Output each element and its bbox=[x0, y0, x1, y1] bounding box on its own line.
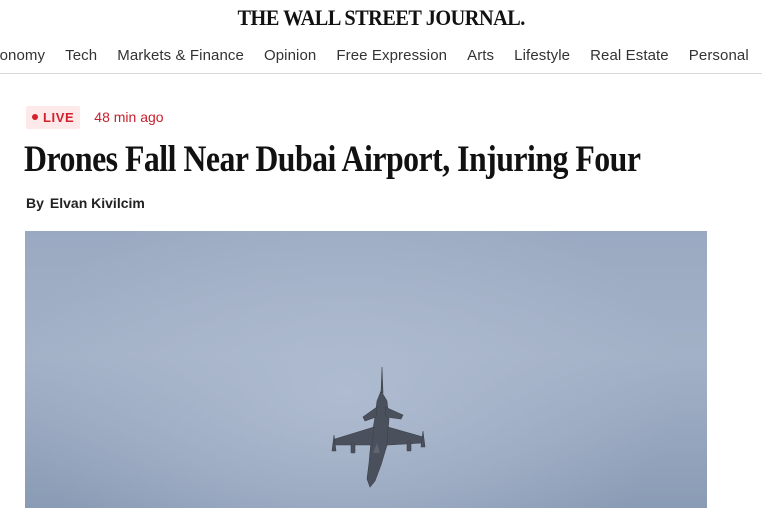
nav-item-lifestyle[interactable]: Lifestyle bbox=[504, 47, 580, 64]
author-link[interactable]: Elvan Kivilcim bbox=[50, 195, 145, 211]
live-dot-icon bbox=[32, 114, 38, 120]
article-headline: Drones Fall Near Dubai Airport, Injuring… bbox=[24, 139, 641, 180]
hero-image bbox=[25, 231, 707, 508]
live-status-row: LIVE 48 min ago bbox=[26, 105, 164, 129]
site-logo[interactable]: THE WALL STREET JOURNAL. bbox=[237, 5, 525, 31]
section-nav: conomy Tech Markets & Finance Opinion Fr… bbox=[0, 36, 762, 74]
nav-item-personal[interactable]: Personal bbox=[679, 47, 759, 64]
nav-item-markets-finance[interactable]: Markets & Finance bbox=[107, 47, 254, 64]
live-label: LIVE bbox=[43, 109, 75, 125]
timestamp: 48 min ago bbox=[94, 109, 164, 125]
byline-prefix: By bbox=[26, 195, 44, 211]
nav-item-economy[interactable]: conomy bbox=[0, 47, 55, 64]
masthead: THE WALL STREET JOURNAL. bbox=[0, 0, 762, 36]
nav-item-opinion[interactable]: Opinion bbox=[254, 47, 326, 64]
nav-item-free-expression[interactable]: Free Expression bbox=[326, 47, 457, 64]
nav-item-tech[interactable]: Tech bbox=[55, 47, 107, 64]
fighter-jet-icon bbox=[331, 366, 426, 488]
byline: By Elvan Kivilcim bbox=[26, 193, 145, 213]
nav-item-arts[interactable]: Arts bbox=[457, 47, 504, 64]
nav-item-real-estate[interactable]: Real Estate bbox=[580, 47, 679, 64]
nav-list: conomy Tech Markets & Finance Opinion Fr… bbox=[0, 36, 759, 73]
live-badge: LIVE bbox=[26, 105, 81, 129]
